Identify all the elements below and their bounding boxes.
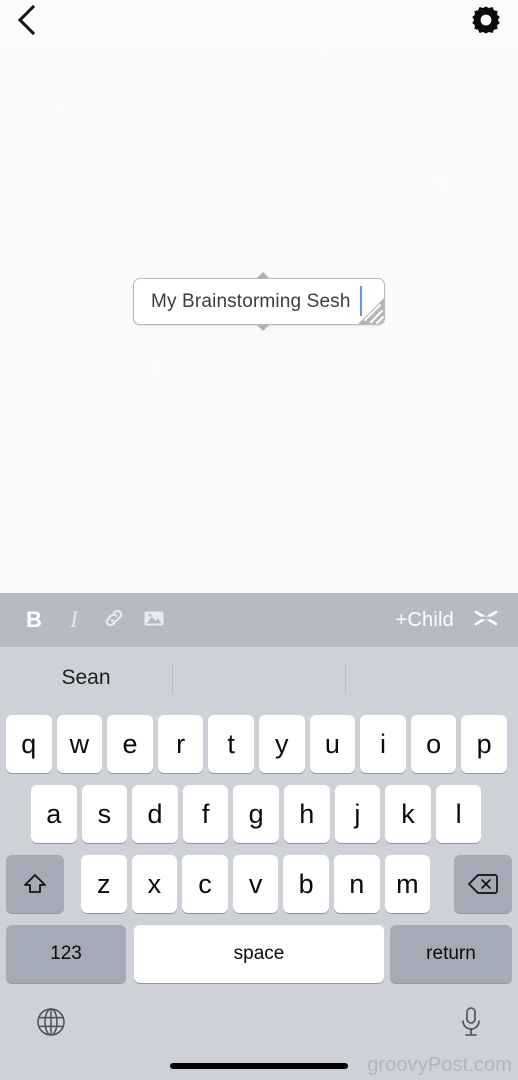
key-n[interactable]: n bbox=[334, 855, 380, 913]
key-g[interactable]: g bbox=[233, 785, 279, 843]
key-o[interactable]: o bbox=[410, 715, 457, 773]
home-indicator[interactable] bbox=[170, 1063, 348, 1069]
key-l[interactable]: l bbox=[435, 785, 482, 843]
key-f[interactable]: f bbox=[182, 785, 229, 843]
key-b[interactable]: b bbox=[283, 855, 329, 913]
globe-language-icon bbox=[34, 1005, 68, 1044]
key-d[interactable]: d bbox=[132, 785, 178, 843]
cut-button[interactable] bbox=[466, 600, 506, 640]
mindmap-app-screen: My Brainstorming Sesh B I +Child Sean q … bbox=[0, 0, 518, 1080]
bold-button[interactable]: B bbox=[14, 600, 54, 640]
link-button[interactable] bbox=[94, 600, 134, 640]
key-c[interactable]: c bbox=[182, 855, 228, 913]
node-connector-bottom-icon bbox=[257, 325, 269, 331]
key-j[interactable]: j bbox=[334, 785, 381, 843]
key-r[interactable]: r bbox=[157, 715, 204, 773]
format-toolbar: B I +Child bbox=[0, 593, 518, 647]
top-navigation-bar bbox=[0, 0, 518, 44]
prediction-slot-2[interactable] bbox=[172, 647, 345, 709]
keyboard-row-2: asdfghjkl bbox=[0, 779, 518, 849]
keyboard-row-1: qwertyuiop bbox=[0, 709, 518, 779]
keyboard-row-4: 123 space return bbox=[0, 919, 518, 989]
prediction-slot-3[interactable] bbox=[345, 647, 518, 709]
microphone-icon bbox=[458, 1005, 484, 1044]
key-u[interactable]: u bbox=[309, 715, 356, 773]
key-t[interactable]: t bbox=[208, 715, 254, 773]
backspace-delete-icon bbox=[468, 872, 498, 896]
key-i[interactable]: i bbox=[360, 715, 406, 773]
space-key[interactable]: space bbox=[134, 925, 384, 983]
ios-keyboard: Sean qwertyuiop asdfghjkl z x c v b n m … bbox=[0, 647, 518, 1080]
mindmap-canvas[interactable]: My Brainstorming Sesh bbox=[0, 0, 518, 592]
italic-button[interactable]: I bbox=[54, 600, 94, 640]
back-button[interactable] bbox=[4, 0, 48, 40]
node-text-value: My Brainstorming Sesh bbox=[151, 291, 351, 312]
key-y[interactable]: y bbox=[259, 715, 305, 773]
image-picture-icon bbox=[142, 606, 166, 635]
node-text-field[interactable]: My Brainstorming Sesh bbox=[133, 278, 385, 325]
keyboard-row-3: zxcvbnm bbox=[0, 849, 518, 919]
numbers-key[interactable]: 123 bbox=[6, 925, 126, 983]
shift-arrow-icon bbox=[22, 871, 48, 897]
scissors-cut-icon bbox=[472, 607, 500, 634]
format-toolbar-left-group: B I bbox=[14, 600, 174, 640]
key-q[interactable]: q bbox=[6, 715, 52, 773]
globe-language-button[interactable] bbox=[30, 1003, 72, 1045]
key-p[interactable]: p bbox=[461, 715, 507, 773]
key-z[interactable]: z bbox=[81, 855, 127, 913]
key-m[interactable]: m bbox=[384, 855, 431, 913]
link-chain-icon bbox=[102, 606, 126, 635]
resize-corner-icon[interactable] bbox=[358, 298, 384, 324]
mindmap-node[interactable]: My Brainstorming Sesh bbox=[133, 272, 385, 331]
format-toolbar-right-group: +Child bbox=[388, 600, 506, 640]
key-k[interactable]: k bbox=[385, 785, 431, 843]
image-button[interactable] bbox=[134, 600, 174, 640]
dictation-button[interactable] bbox=[450, 1003, 492, 1045]
key-e[interactable]: e bbox=[107, 715, 153, 773]
watermark-label: groovyPost.com bbox=[367, 1054, 512, 1076]
key-v[interactable]: v bbox=[232, 855, 279, 913]
key-h[interactable]: h bbox=[284, 785, 330, 843]
gear-icon bbox=[470, 4, 502, 36]
key-w[interactable]: w bbox=[56, 715, 103, 773]
key-s[interactable]: s bbox=[81, 785, 128, 843]
settings-button[interactable] bbox=[466, 0, 506, 40]
return-key[interactable]: return bbox=[390, 925, 512, 983]
shift-key[interactable] bbox=[6, 855, 64, 913]
key-x[interactable]: x bbox=[131, 855, 178, 913]
backspace-key[interactable] bbox=[454, 855, 512, 913]
key-a[interactable]: a bbox=[31, 785, 77, 843]
chevron-left-icon bbox=[15, 4, 37, 36]
predictive-text-bar: Sean bbox=[0, 647, 518, 709]
keyboard-bottom-bar: groovyPost.com bbox=[0, 989, 518, 1079]
add-child-button[interactable]: +Child bbox=[388, 603, 462, 638]
prediction-slot-1[interactable]: Sean bbox=[0, 647, 172, 709]
